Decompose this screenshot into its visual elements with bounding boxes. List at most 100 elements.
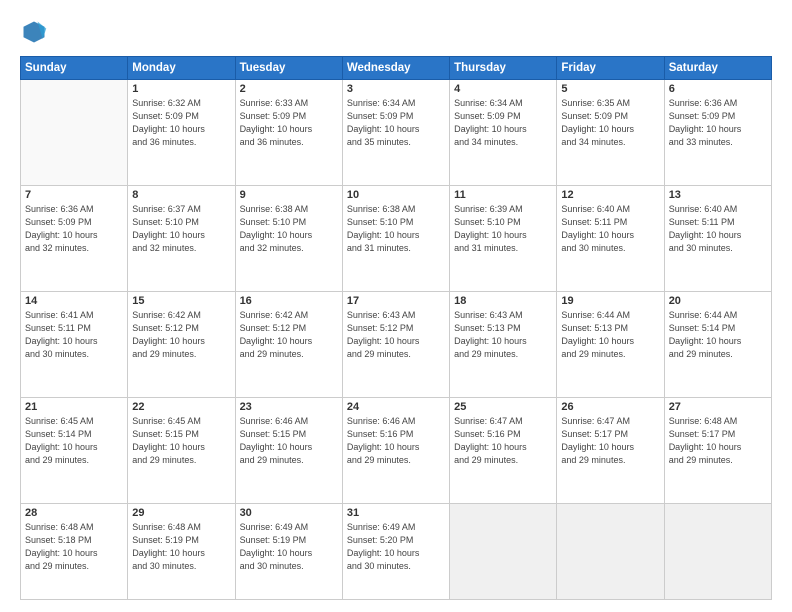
calendar-cell: 28 Sunrise: 6:48 AM Sunset: 5:18 PM Dayli…	[21, 503, 128, 599]
calendar-cell: 8Sunrise: 6:37 AM Sunset: 5:10 PM Daylig…	[128, 185, 235, 291]
day-number: 30	[240, 507, 338, 519]
day-info: Sunrise: 6:43 AM Sunset: 5:13 PM Dayligh…	[454, 309, 552, 361]
day-info: Sunrise: 6:45 AM Sunset: 5:15 PM Dayligh…	[132, 415, 230, 467]
calendar-cell: 21 Sunrise: 6:45 AM Sunset: 5:14 PM Dayli…	[21, 397, 128, 503]
day-info: Sunrise: 6:40 AM Sunset: 5:11 PM Dayligh…	[561, 203, 659, 255]
day-info: Sunrise: 6:38 AM Sunset: 5:10 PM Dayligh…	[347, 203, 445, 255]
header	[20, 18, 772, 46]
day-info: Sunrise: 6:48 AM Sunset: 5:18 PM Dayligh…	[25, 521, 123, 573]
calendar-cell: 22Sunrise: 6:45 AM Sunset: 5:15 PM Dayli…	[128, 397, 235, 503]
day-info: Sunrise: 6:49 AM Sunset: 5:20 PM Dayligh…	[347, 521, 445, 573]
calendar-cell: 4 Sunrise: 6:34 AM Sunset: 5:09 PM Daylig…	[450, 80, 557, 186]
calendar-cell: 27Sunrise: 6:48 AM Sunset: 5:17 PM Dayli…	[664, 397, 771, 503]
day-info: Sunrise: 6:34 AM Sunset: 5:09 PM Dayligh…	[454, 97, 552, 149]
day-info: Sunrise: 6:34 AM Sunset: 5:09 PM Dayligh…	[347, 97, 445, 149]
day-info: Sunrise: 6:43 AM Sunset: 5:12 PM Dayligh…	[347, 309, 445, 361]
day-number: 18	[454, 295, 552, 307]
weekday-header-thursday: Thursday	[450, 57, 557, 80]
calendar-cell: 11 Sunrise: 6:39 AM Sunset: 5:10 PM Dayli…	[450, 185, 557, 291]
calendar-cell: 23Sunrise: 6:46 AM Sunset: 5:15 PM Dayli…	[235, 397, 342, 503]
day-number: 29	[132, 507, 230, 519]
day-info: Sunrise: 6:44 AM Sunset: 5:13 PM Dayligh…	[561, 309, 659, 361]
day-info: Sunrise: 6:48 AM Sunset: 5:17 PM Dayligh…	[669, 415, 767, 467]
day-number: 11	[454, 189, 552, 201]
day-number: 1	[132, 83, 230, 95]
day-number: 26	[561, 401, 659, 413]
day-info: Sunrise: 6:49 AM Sunset: 5:19 PM Dayligh…	[240, 521, 338, 573]
day-info: Sunrise: 6:36 AM Sunset: 5:09 PM Dayligh…	[669, 97, 767, 149]
calendar-cell: 3 Sunrise: 6:34 AM Sunset: 5:09 PM Daylig…	[342, 80, 449, 186]
calendar-cell: 2 Sunrise: 6:33 AM Sunset: 5:09 PM Daylig…	[235, 80, 342, 186]
calendar-cell: 10 Sunrise: 6:38 AM Sunset: 5:10 PM Dayli…	[342, 185, 449, 291]
weekday-header-row: SundayMondayTuesdayWednesdayThursdayFrid…	[21, 57, 772, 80]
day-number: 19	[561, 295, 659, 307]
day-info: Sunrise: 6:46 AM Sunset: 5:16 PM Dayligh…	[347, 415, 445, 467]
calendar-cell: 1 Sunrise: 6:32 AM Sunset: 5:09 PM Daylig…	[128, 80, 235, 186]
weekday-header-friday: Friday	[557, 57, 664, 80]
day-number: 12	[561, 189, 659, 201]
weekday-header-monday: Monday	[128, 57, 235, 80]
calendar-cell: 20Sunrise: 6:44 AM Sunset: 5:14 PM Dayli…	[664, 291, 771, 397]
calendar-cell: 26 Sunrise: 6:47 AM Sunset: 5:17 PM Dayli…	[557, 397, 664, 503]
calendar-cell: 7 Sunrise: 6:36 AM Sunset: 5:09 PM Daylig…	[21, 185, 128, 291]
day-number: 4	[454, 83, 552, 95]
calendar-cell	[557, 503, 664, 599]
day-number: 25	[454, 401, 552, 413]
calendar-cell	[450, 503, 557, 599]
day-info: Sunrise: 6:48 AM Sunset: 5:19 PM Dayligh…	[132, 521, 230, 573]
day-info: Sunrise: 6:35 AM Sunset: 5:09 PM Dayligh…	[561, 97, 659, 149]
calendar-cell: 16 Sunrise: 6:42 AM Sunset: 5:12 PM Dayli…	[235, 291, 342, 397]
weekday-header-tuesday: Tuesday	[235, 57, 342, 80]
logo	[20, 18, 52, 46]
calendar-cell: 15 Sunrise: 6:42 AM Sunset: 5:12 PM Dayli…	[128, 291, 235, 397]
calendar-cell: 5Sunrise: 6:35 AM Sunset: 5:09 PM Daylig…	[557, 80, 664, 186]
day-info: Sunrise: 6:39 AM Sunset: 5:10 PM Dayligh…	[454, 203, 552, 255]
day-number: 3	[347, 83, 445, 95]
day-number: 17	[347, 295, 445, 307]
day-number: 16	[240, 295, 338, 307]
day-number: 13	[669, 189, 767, 201]
calendar-table: SundayMondayTuesdayWednesdayThursdayFrid…	[20, 56, 772, 600]
weekday-header-sunday: Sunday	[21, 57, 128, 80]
calendar-page: SundayMondayTuesdayWednesdayThursdayFrid…	[0, 0, 792, 612]
day-info: Sunrise: 6:42 AM Sunset: 5:12 PM Dayligh…	[240, 309, 338, 361]
day-info: Sunrise: 6:44 AM Sunset: 5:14 PM Dayligh…	[669, 309, 767, 361]
day-info: Sunrise: 6:45 AM Sunset: 5:14 PM Dayligh…	[25, 415, 123, 467]
day-number: 31	[347, 507, 445, 519]
day-info: Sunrise: 6:37 AM Sunset: 5:10 PM Dayligh…	[132, 203, 230, 255]
calendar-cell: 12 Sunrise: 6:40 AM Sunset: 5:11 PM Dayli…	[557, 185, 664, 291]
calendar-cell	[664, 503, 771, 599]
weekday-header-saturday: Saturday	[664, 57, 771, 80]
calendar-cell: 14 Sunrise: 6:41 AM Sunset: 5:11 PM Dayli…	[21, 291, 128, 397]
calendar-cell: 29 Sunrise: 6:48 AM Sunset: 5:19 PM Dayli…	[128, 503, 235, 599]
calendar-cell: 6 Sunrise: 6:36 AM Sunset: 5:09 PM Daylig…	[664, 80, 771, 186]
calendar-cell: 18 Sunrise: 6:43 AM Sunset: 5:13 PM Dayli…	[450, 291, 557, 397]
day-info: Sunrise: 6:47 AM Sunset: 5:16 PM Dayligh…	[454, 415, 552, 467]
day-number: 2	[240, 83, 338, 95]
day-info: Sunrise: 6:40 AM Sunset: 5:11 PM Dayligh…	[669, 203, 767, 255]
day-number: 14	[25, 295, 123, 307]
day-number: 15	[132, 295, 230, 307]
calendar-cell	[21, 80, 128, 186]
day-number: 9	[240, 189, 338, 201]
day-info: Sunrise: 6:36 AM Sunset: 5:09 PM Dayligh…	[25, 203, 123, 255]
day-number: 23	[240, 401, 338, 413]
calendar-cell: 25 Sunrise: 6:47 AM Sunset: 5:16 PM Dayli…	[450, 397, 557, 503]
day-number: 10	[347, 189, 445, 201]
day-number: 6	[669, 83, 767, 95]
day-info: Sunrise: 6:41 AM Sunset: 5:11 PM Dayligh…	[25, 309, 123, 361]
calendar-cell: 13 Sunrise: 6:40 AM Sunset: 5:11 PM Dayli…	[664, 185, 771, 291]
day-info: Sunrise: 6:42 AM Sunset: 5:12 PM Dayligh…	[132, 309, 230, 361]
calendar-cell: 19 Sunrise: 6:44 AM Sunset: 5:13 PM Dayli…	[557, 291, 664, 397]
calendar-cell: 9Sunrise: 6:38 AM Sunset: 5:10 PM Daylig…	[235, 185, 342, 291]
day-number: 28	[25, 507, 123, 519]
calendar-cell: 17 Sunrise: 6:43 AM Sunset: 5:12 PM Dayli…	[342, 291, 449, 397]
day-info: Sunrise: 6:33 AM Sunset: 5:09 PM Dayligh…	[240, 97, 338, 149]
weekday-header-wednesday: Wednesday	[342, 57, 449, 80]
calendar-cell: 30 Sunrise: 6:49 AM Sunset: 5:19 PM Dayli…	[235, 503, 342, 599]
day-number: 7	[25, 189, 123, 201]
calendar-cell: 24Sunrise: 6:46 AM Sunset: 5:16 PM Dayli…	[342, 397, 449, 503]
day-info: Sunrise: 6:32 AM Sunset: 5:09 PM Dayligh…	[132, 97, 230, 149]
day-number: 21	[25, 401, 123, 413]
day-info: Sunrise: 6:47 AM Sunset: 5:17 PM Dayligh…	[561, 415, 659, 467]
